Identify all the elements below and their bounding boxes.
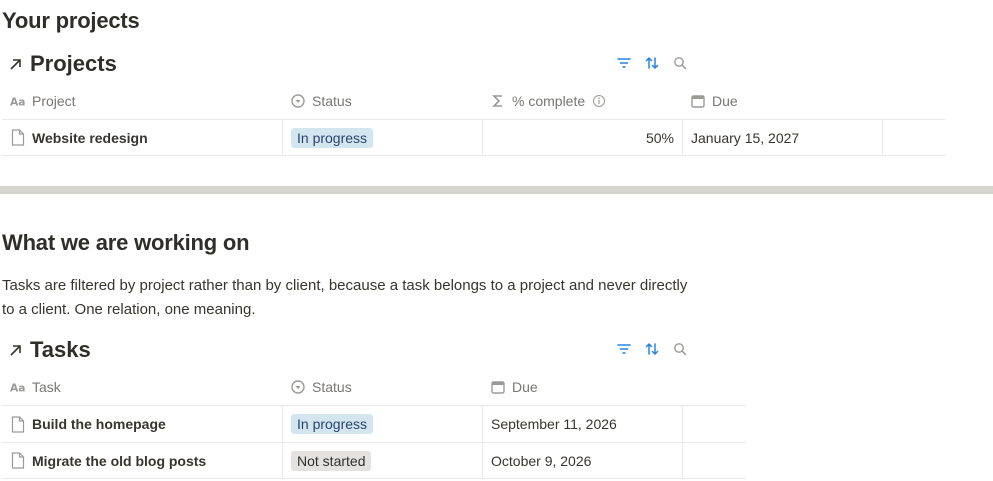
tasks-db-header: Tasks: [8, 337, 91, 363]
tasks-description: Tasks are filtered by project rather tha…: [2, 277, 688, 318]
svg-text:Aa: Aa: [10, 381, 25, 394]
due-cell[interactable]: January 15, 2027: [682, 120, 882, 155]
status-badge: In progress: [291, 127, 374, 148]
percent-cell: 50%: [482, 120, 682, 155]
table-header: Aa Project Status % complete Due: [2, 83, 946, 119]
info-icon[interactable]: [591, 93, 607, 109]
filter-icon[interactable]: [615, 340, 633, 358]
status-cell[interactable]: Not started: [282, 443, 482, 478]
filter-icon[interactable]: [615, 54, 633, 72]
status-circle-icon: [290, 93, 306, 109]
task-name-cell[interactable]: Build the homepage: [2, 406, 282, 442]
status-cell[interactable]: In progress: [282, 120, 482, 155]
open-arrow-icon[interactable]: [8, 342, 24, 358]
status-badge: In progress: [291, 414, 374, 434]
projects-db-toolbar: [615, 54, 689, 72]
column-header-percent-complete[interactable]: % complete: [482, 83, 682, 119]
column-header-status[interactable]: Status: [282, 83, 482, 119]
svg-text:Aa: Aa: [10, 95, 25, 108]
projects-db-header: Projects: [8, 51, 117, 77]
status-cell[interactable]: In progress: [282, 406, 482, 442]
page-icon: [10, 452, 26, 469]
tasks-db-title[interactable]: Tasks: [30, 337, 91, 363]
tasks-table: Aa Task Status Due Build the homepage In…: [2, 369, 746, 479]
text-aa-icon: Aa: [10, 379, 26, 395]
search-icon[interactable]: [671, 54, 689, 72]
column-header-project[interactable]: Aa Project: [2, 83, 282, 119]
sort-icon[interactable]: [643, 340, 661, 358]
project-name-cell[interactable]: Website redesign: [2, 120, 282, 155]
empty-cell[interactable]: [682, 406, 746, 442]
column-header-status[interactable]: Status: [282, 369, 482, 405]
empty-cell[interactable]: [682, 443, 746, 478]
section-heading-working-on: What we are working on: [2, 230, 250, 255]
page-icon: [10, 129, 26, 146]
section-divider: [0, 186, 993, 194]
section-heading-projects: Your projects: [2, 8, 140, 33]
tasks-db-toolbar: [615, 340, 689, 358]
search-icon[interactable]: [671, 340, 689, 358]
projects-db-title[interactable]: Projects: [30, 51, 117, 77]
status-circle-icon: [290, 379, 306, 395]
column-header-due[interactable]: Due: [482, 369, 682, 405]
table-header: Aa Task Status Due: [2, 369, 746, 405]
table-row[interactable]: Migrate the old blog posts Not started O…: [2, 442, 746, 479]
page-icon: [10, 415, 26, 433]
table-row[interactable]: Build the homepage In progress September…: [2, 405, 746, 442]
column-header-task[interactable]: Aa Task: [2, 369, 282, 405]
text-aa-icon: Aa: [10, 93, 26, 109]
task-name-cell[interactable]: Migrate the old blog posts: [2, 443, 282, 478]
empty-cell[interactable]: [882, 120, 946, 155]
open-arrow-icon[interactable]: [8, 56, 24, 72]
calendar-icon: [690, 93, 706, 109]
sigma-icon: [490, 93, 506, 109]
calendar-icon: [490, 379, 506, 395]
table-row[interactable]: Website redesign In progress 50% January…: [2, 119, 946, 156]
status-badge: Not started: [291, 450, 372, 471]
column-header-due[interactable]: Due: [682, 83, 882, 119]
sort-icon[interactable]: [643, 54, 661, 72]
due-cell[interactable]: September 11, 2026: [482, 406, 682, 442]
due-cell[interactable]: October 9, 2026: [482, 443, 682, 478]
projects-table: Aa Project Status % complete Due Website…: [2, 83, 946, 156]
